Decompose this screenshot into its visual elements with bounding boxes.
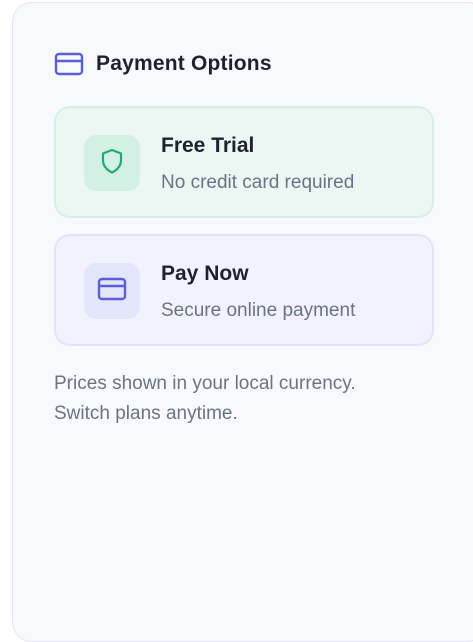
pricing-note-line-1: Prices shown in your local currency.: [54, 373, 356, 394]
free-trial-title: Free Trial: [161, 134, 255, 157]
pay-now-title: Pay Now: [161, 262, 249, 285]
pricing-note: Prices shown in your local currency. Swi…: [54, 369, 454, 429]
credit-card-icon: [54, 49, 84, 79]
pay-now-subtitle: Secure online payment: [161, 300, 356, 321]
pay-now-option[interactable]: Pay Now Secure online payment: [54, 234, 434, 346]
payment-options-panel: Payment Options Free Trial No credit car…: [12, 2, 473, 642]
free-trial-subtitle: No credit card required: [161, 172, 355, 193]
free-trial-badge: [84, 135, 140, 191]
free-trial-option[interactable]: Free Trial No credit card required: [54, 106, 434, 218]
panel-title: Payment Options: [96, 52, 272, 75]
pay-now-badge: [84, 263, 140, 319]
pricing-note-line-2: Switch plans anytime.: [54, 403, 238, 424]
shield-icon: [100, 147, 124, 180]
credit-card-icon: [97, 277, 127, 306]
panel-header: Payment Options: [54, 49, 272, 79]
